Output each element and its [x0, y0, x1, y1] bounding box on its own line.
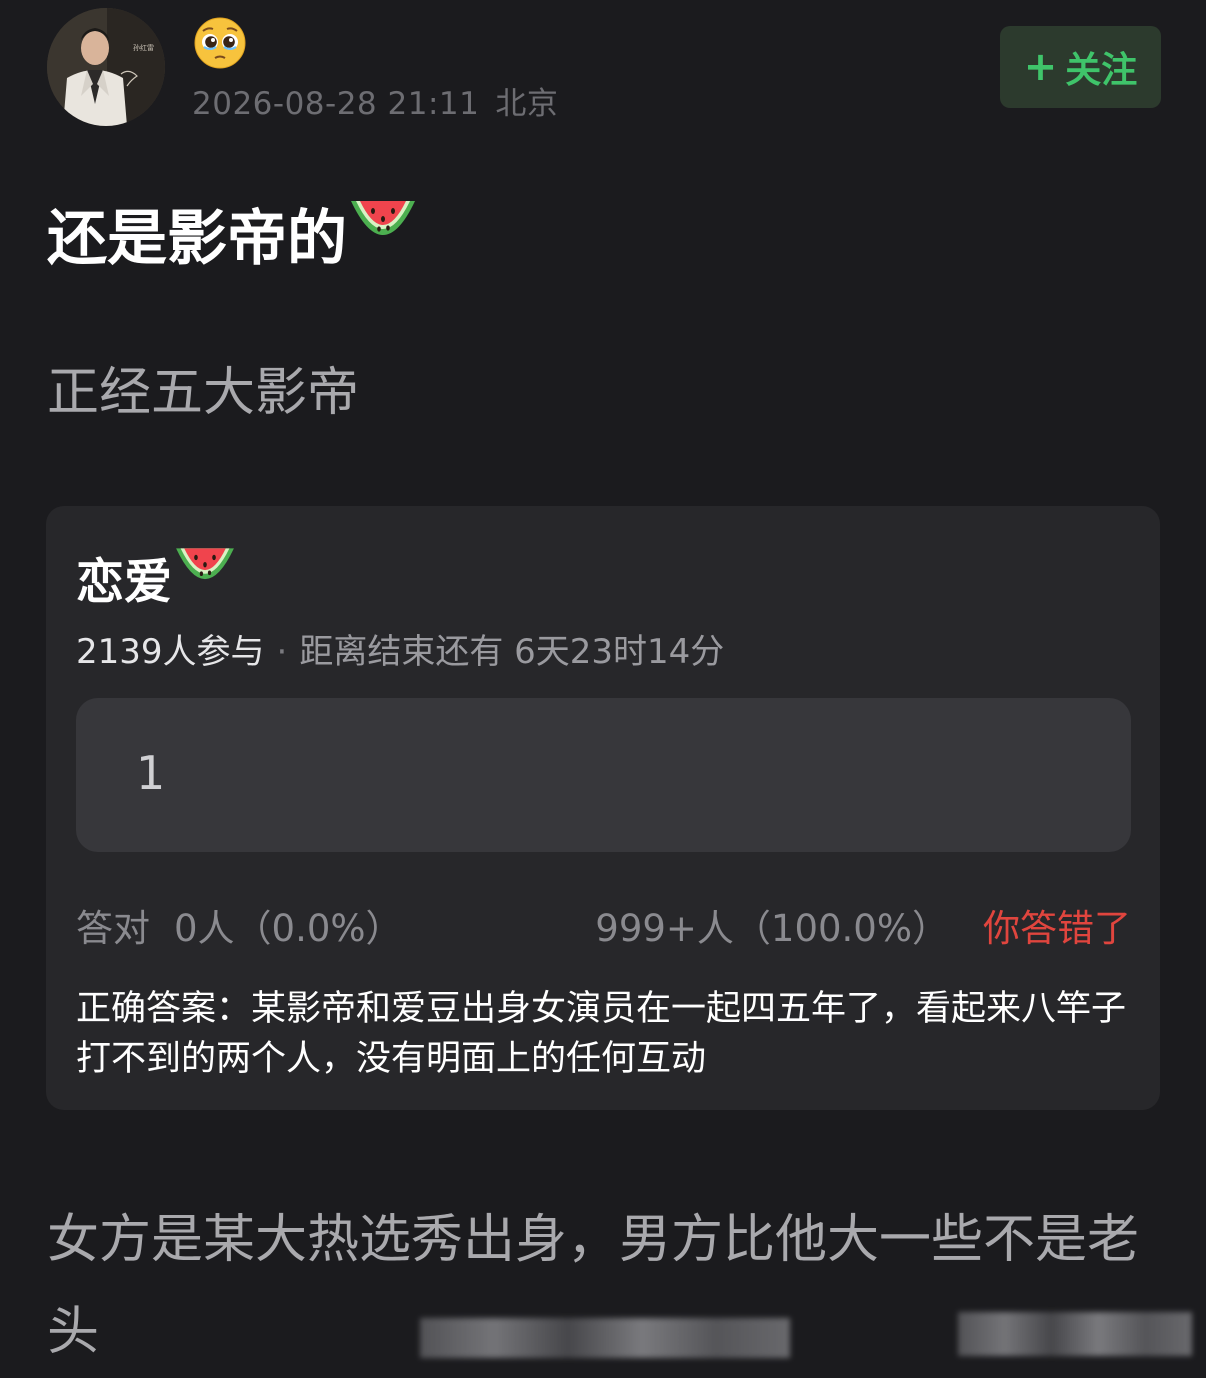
follow-label: 关注 [1065, 50, 1138, 91]
blurred-watermark [958, 1312, 1192, 1356]
avatar-caption: 孙红雷 [133, 43, 154, 52]
correct-value: 0人（0.0%） [174, 907, 403, 950]
follow-button[interactable]: + 关注 [1000, 26, 1161, 108]
avatar[interactable]: 孙红雷 [47, 8, 165, 126]
quiz-card: 恋爱 2139人参与 · 距离结束还有 6天23时14分 1 答对 0人（0.0%） … [46, 506, 1160, 1110]
correct-label: 答对 [76, 907, 150, 950]
correct-answer: 正确答案：某影帝和爱豆出身女演员在一起四五年了，看起来八竿子打不到的两个人，没有… [76, 989, 1127, 1079]
post-location: 北京 [495, 86, 559, 122]
quiz-option-text: 1 [136, 746, 166, 800]
quiz-title-text: 恋爱 [76, 554, 173, 610]
blurred-watermark [420, 1318, 790, 1358]
option-stats: 999+人（100.0%） 你答错了 [595, 898, 1131, 952]
quiz-option[interactable]: 1 [76, 698, 1131, 852]
post-subtitle: 正经五大影帝 [47, 363, 360, 423]
quiz-stats: 答对 0人（0.0%） 999+人（100.0%） 你答错了 [76, 898, 1131, 950]
quiz-countdown: 距离结束还有 6天23时14分 [299, 632, 725, 672]
post-title-text: 还是影帝的 [47, 204, 347, 274]
plus-icon: + [1023, 44, 1058, 90]
quiz-meta: 2139人参与 · 距离结束还有 6天23时14分 [76, 624, 724, 673]
correct-stats: 答对 0人（0.0%） [76, 898, 403, 952]
option-stats-value: 999+人（100.0%） [595, 907, 949, 950]
post-title: 还是影帝的 [47, 190, 419, 277]
watermelon-icon [347, 195, 419, 272]
quiz-title: 恋爱 [76, 542, 238, 612]
post-date: 2026-08-28 21:11 [192, 86, 480, 122]
result-status: 你答错了 [983, 907, 1131, 950]
post-timestamp: 2026-08-28 21:11 北京 [192, 78, 558, 123]
watermelon-icon [172, 543, 238, 611]
pleading-face-icon [193, 16, 247, 70]
participant-count: 2139人参与 [76, 632, 265, 672]
meta-separator: · [276, 632, 288, 672]
